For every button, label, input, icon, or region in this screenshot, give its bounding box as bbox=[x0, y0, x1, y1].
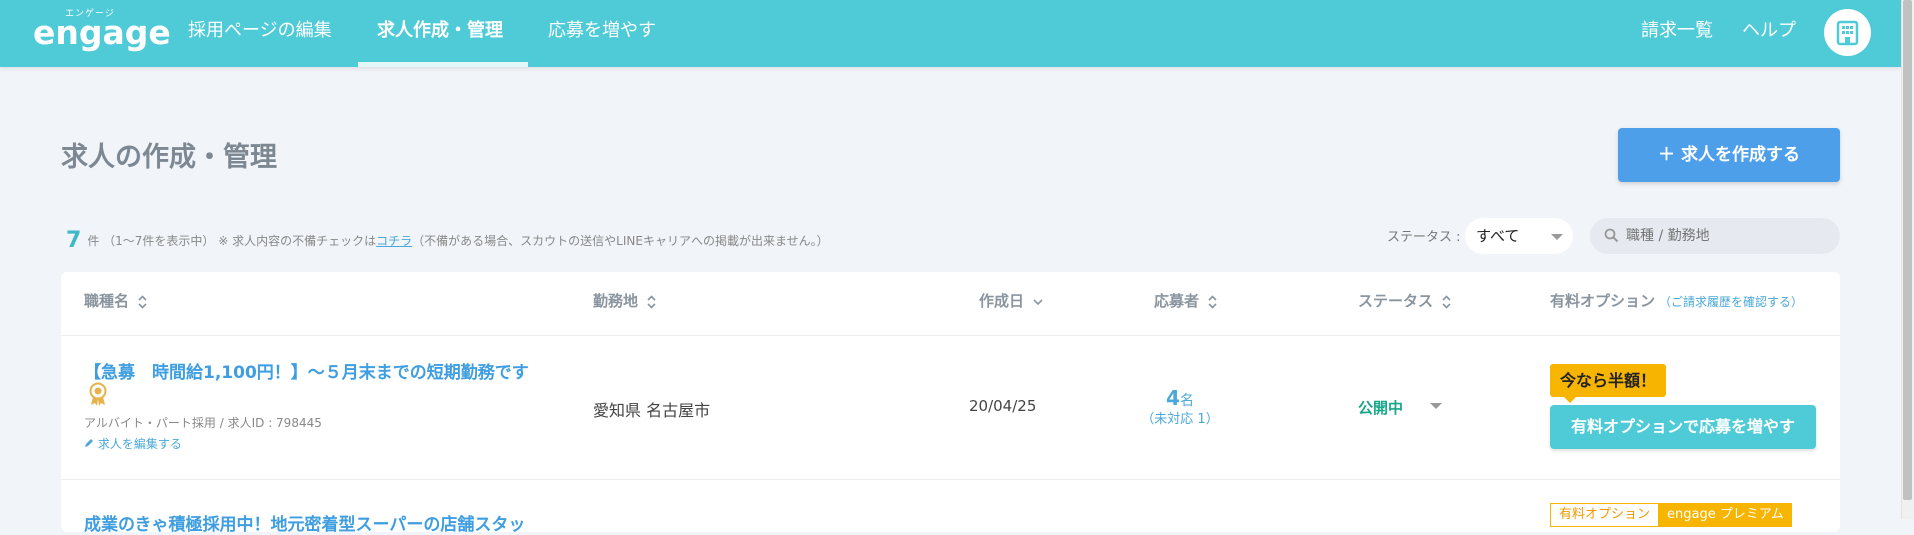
account-button[interactable] bbox=[1824, 9, 1871, 56]
employment-type: アルバイト・パート採用 bbox=[84, 416, 216, 430]
job-title-link[interactable]: 【急募 時間給1,100円！】〜５月末までの短期勤務です bbox=[84, 358, 529, 383]
job-status[interactable]: 公開中 bbox=[1358, 397, 1403, 418]
column-header-option-label: 有料オプション bbox=[1550, 292, 1656, 310]
edit-job-label: 求人を編集する bbox=[97, 437, 182, 451]
status-filter-value: すべて bbox=[1476, 227, 1520, 245]
meta-separator: / bbox=[219, 416, 224, 430]
search-icon bbox=[1604, 228, 1619, 243]
applicants-unhandled: （未対応 1） bbox=[1141, 412, 1219, 427]
status-filter-label: ステータス : bbox=[1387, 230, 1461, 245]
scrollbar-thumb[interactable] bbox=[1903, 0, 1912, 500]
check-note-link[interactable]: コチラ bbox=[376, 234, 412, 248]
job-id: 求人ID : 798445 bbox=[227, 416, 322, 430]
sort-icon bbox=[647, 294, 656, 309]
chevron-down-icon[interactable] bbox=[1430, 403, 1442, 409]
half-price-badge: 今なら半額！ bbox=[1550, 364, 1667, 403]
nav-edit-recruit-page[interactable]: 採用ページの編集 bbox=[188, 0, 332, 67]
paid-option-tag: 有料オプション bbox=[1550, 503, 1660, 527]
job-location: 愛知県 名古屋市 bbox=[593, 401, 711, 420]
header-divider bbox=[61, 335, 1840, 336]
page-title: 求人の作成・管理 bbox=[61, 142, 277, 173]
column-header-job[interactable]: 職種名 bbox=[84, 290, 147, 311]
job-created-date: 20/04/25 bbox=[969, 397, 1037, 415]
premium-tag: engage プレミアム bbox=[1659, 503, 1792, 527]
nav-invoice-list[interactable]: 請求一覧 bbox=[1641, 0, 1713, 67]
medal-icon bbox=[89, 382, 107, 406]
result-range: （1〜7件を表示中） bbox=[103, 234, 215, 248]
column-header-option: 有料オプション （ご請求履歴を確認する） bbox=[1550, 290, 1803, 311]
column-header-status-label: ステータス bbox=[1358, 292, 1434, 310]
check-note-prefix: ※ 求人内容の不備チェックは bbox=[218, 234, 377, 248]
applicants-count: 4 bbox=[1166, 386, 1180, 410]
edit-job-link[interactable]: 求人を編集する bbox=[84, 435, 182, 452]
job-title-link[interactable]: 成業のきゃ積極採用中！地元密着型スーパーの店舗スタッ bbox=[84, 510, 525, 535]
column-header-location[interactable]: 勤務地 bbox=[593, 290, 656, 311]
search-input[interactable] bbox=[1590, 218, 1840, 254]
logo-text: engage bbox=[33, 13, 171, 52]
column-header-created[interactable]: 作成日 bbox=[979, 290, 1043, 311]
result-summary: 7件 （1〜7件を表示中） ※ 求人内容の不備チェックはコチラ（不備がある場合、… bbox=[66, 228, 829, 253]
create-job-button[interactable]: ＋ 求人を作成する bbox=[1618, 128, 1840, 182]
result-count: 7 bbox=[66, 228, 82, 253]
top-navigation-bar: エンゲージ engage 採用ページの編集 求人作成・管理 応募を増やす 請求一… bbox=[0, 0, 1901, 67]
active-nav-underline bbox=[358, 62, 528, 67]
status-filter-select[interactable]: すべて bbox=[1465, 218, 1573, 254]
building-icon bbox=[1836, 20, 1859, 46]
sort-icon bbox=[138, 294, 147, 309]
job-meta: アルバイト・パート採用 / 求人ID : 798445 bbox=[84, 414, 322, 431]
paid-option-button[interactable]: 有料オプションで応募を増やす bbox=[1550, 405, 1816, 449]
applicants-link[interactable]: 4名 （未対応 1） bbox=[1100, 386, 1260, 427]
sort-icon bbox=[1208, 294, 1217, 309]
nav-help[interactable]: ヘルプ bbox=[1742, 0, 1796, 67]
column-header-job-label: 職種名 bbox=[84, 292, 130, 310]
sort-icon bbox=[1442, 294, 1451, 309]
result-unit: 件 bbox=[87, 234, 100, 248]
row-divider bbox=[61, 479, 1840, 480]
column-header-applicants-label: 応募者 bbox=[1154, 292, 1200, 310]
column-header-status[interactable]: ステータス bbox=[1358, 290, 1451, 311]
nav-increase-applications[interactable]: 応募を増やす bbox=[548, 0, 656, 67]
check-note-suffix: （不備がある場合、スカウトの送信やLINEキャリアへの掲載が出来ません。） bbox=[412, 234, 829, 248]
invoice-history-link[interactable]: （ご請求履歴を確認する） bbox=[1659, 295, 1803, 309]
sort-desc-icon bbox=[1033, 298, 1043, 305]
column-header-applicants[interactable]: 応募者 bbox=[1154, 290, 1217, 311]
pencil-icon bbox=[85, 439, 93, 447]
chevron-down-icon bbox=[1551, 234, 1563, 240]
nav-job-management[interactable]: 求人作成・管理 bbox=[377, 0, 503, 67]
column-header-created-label: 作成日 bbox=[979, 292, 1025, 310]
column-header-location-label: 勤務地 bbox=[593, 292, 639, 310]
applicants-unit: 名 bbox=[1179, 393, 1194, 409]
